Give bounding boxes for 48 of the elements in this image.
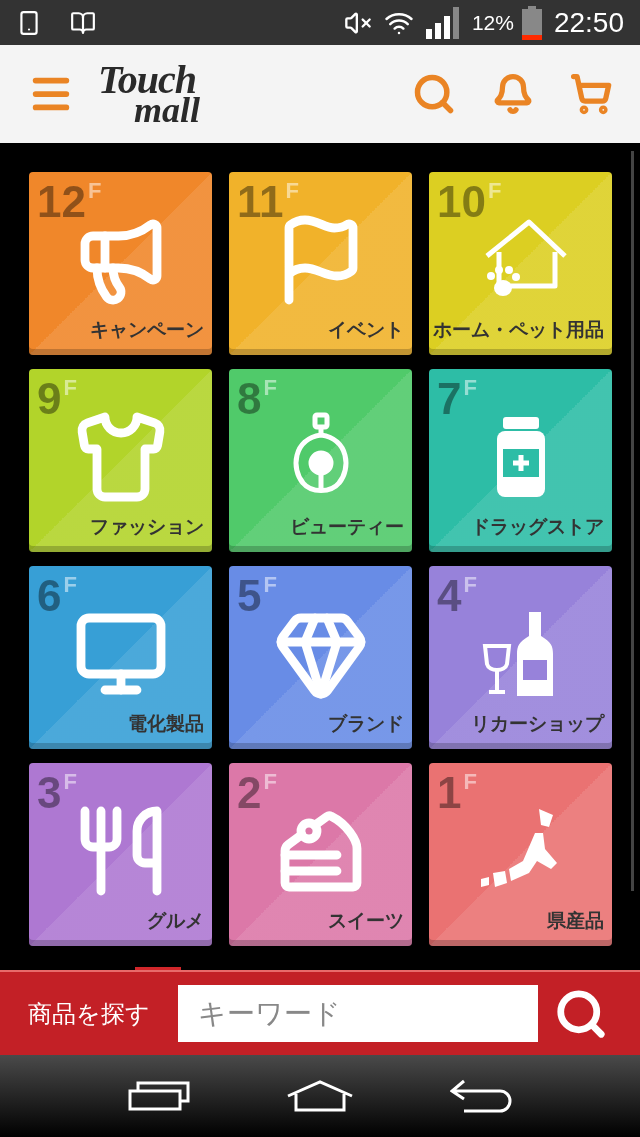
floor-label: ブランド bbox=[328, 714, 404, 733]
floor-unit: F bbox=[463, 377, 477, 399]
floor-label: イベント bbox=[328, 320, 404, 339]
floor-number: 1 bbox=[437, 771, 462, 815]
search-label: 商品を探す bbox=[28, 998, 150, 1029]
home-icon[interactable] bbox=[286, 1080, 354, 1112]
battery-percent: 12% bbox=[471, 9, 514, 36]
battery-icon bbox=[521, 5, 542, 40]
floor-unit: F bbox=[463, 574, 477, 596]
floor-number: 12 bbox=[37, 180, 86, 224]
floor-number: 6 bbox=[37, 574, 62, 618]
floor-label: グルメ bbox=[147, 911, 204, 930]
floor-unit: F bbox=[63, 377, 77, 399]
floor-unit: F bbox=[463, 771, 477, 793]
floor-label: キャンペーン bbox=[90, 320, 204, 339]
floor-number: 11 bbox=[237, 180, 284, 224]
floor-number: 9 bbox=[37, 377, 62, 421]
recent-apps-icon[interactable] bbox=[128, 1081, 190, 1111]
floor-unit: F bbox=[487, 180, 502, 202]
floor-label: ビューティー bbox=[290, 517, 404, 536]
floor-unit: F bbox=[263, 377, 277, 399]
floor-number: 10 bbox=[437, 180, 486, 224]
floor-number: 7 bbox=[437, 377, 462, 421]
back-icon[interactable] bbox=[450, 1079, 512, 1113]
clock: 22:50 bbox=[553, 5, 624, 40]
floor-unit: F bbox=[63, 574, 77, 596]
floor-number: 2 bbox=[237, 771, 262, 815]
floor-label: 県産品 bbox=[547, 911, 604, 930]
floor-label: スイーツ bbox=[328, 911, 404, 930]
floor-unit: F bbox=[63, 771, 77, 793]
floor-number: 3 bbox=[37, 771, 62, 815]
floor-unit: F bbox=[285, 180, 299, 202]
floor-number: 8 bbox=[237, 377, 262, 421]
floor-unit: F bbox=[87, 180, 102, 202]
floor-unit: F bbox=[263, 574, 277, 596]
floor-unit: F bbox=[263, 771, 277, 793]
page-indicator bbox=[135, 967, 181, 970]
floor-label: ドラッグストア bbox=[471, 517, 604, 536]
floor-number: 4 bbox=[437, 574, 462, 618]
floor-number: 5 bbox=[237, 574, 262, 618]
floor-label: ホーム・ペット用品 bbox=[433, 320, 604, 339]
floor-label: ファッション bbox=[90, 517, 204, 536]
floor-label: 電化製品 bbox=[128, 714, 204, 733]
logo: Touch mall bbox=[98, 60, 200, 128]
signal-icon bbox=[425, 6, 460, 39]
floor-label: リカーショップ bbox=[471, 714, 604, 733]
keyword-field[interactable]: キーワード bbox=[178, 985, 538, 1042]
book-icon bbox=[70, 9, 96, 36]
